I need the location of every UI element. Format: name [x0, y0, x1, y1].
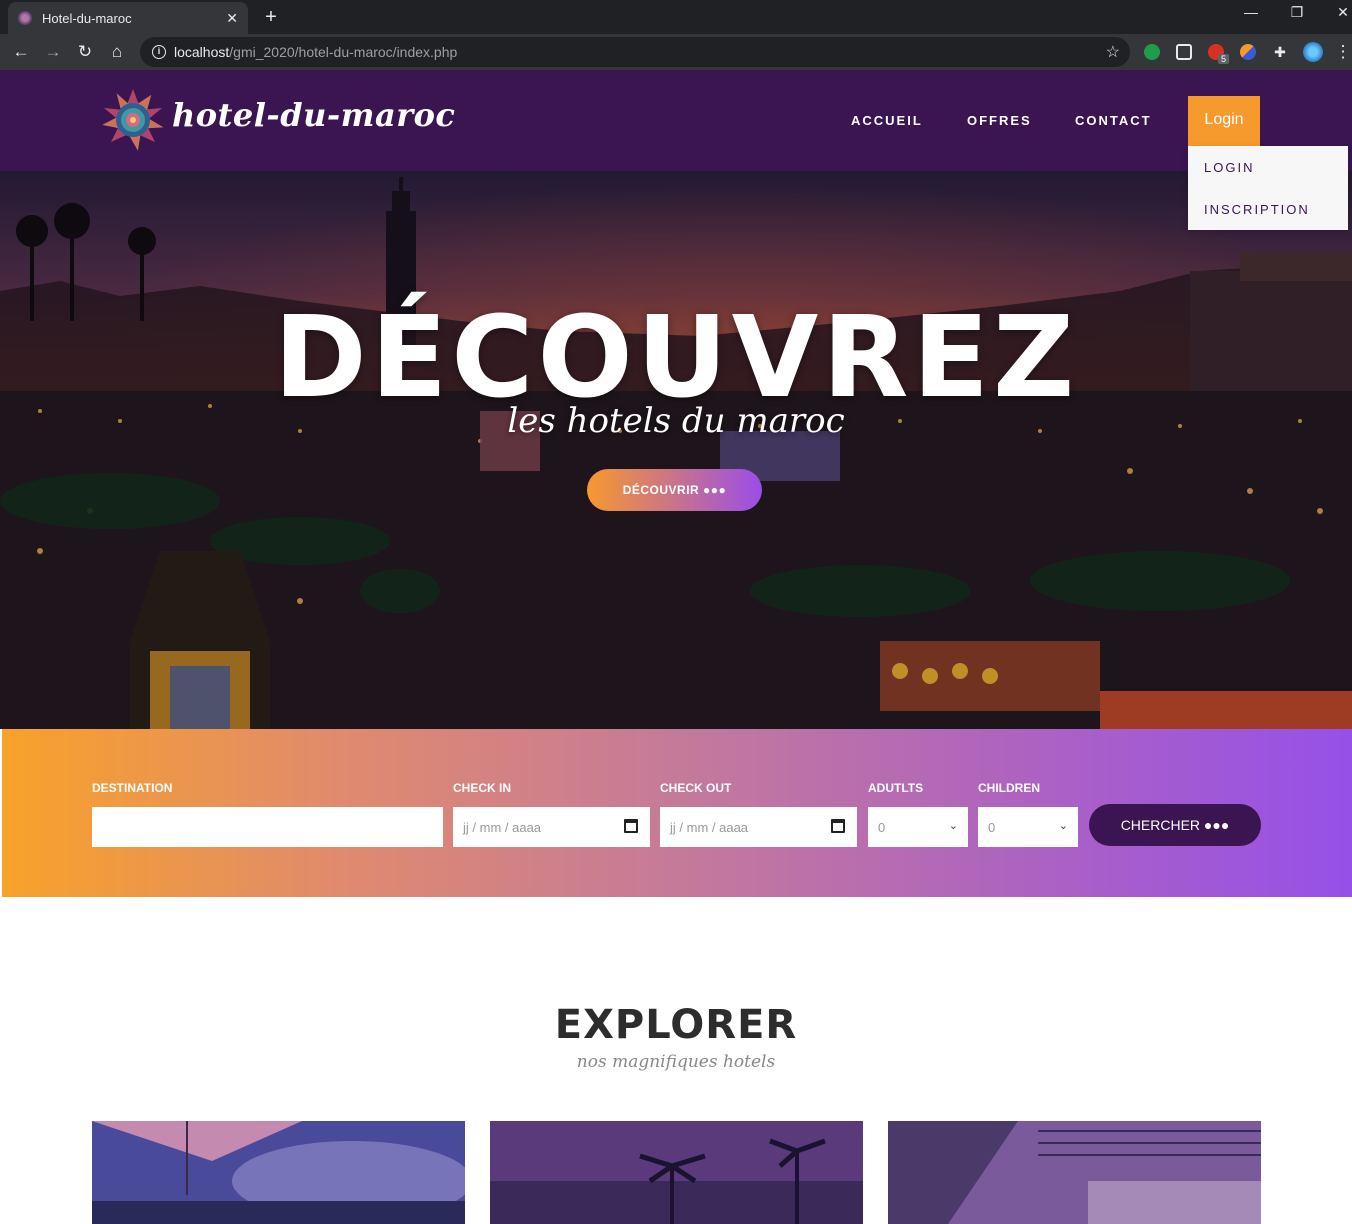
extension-half-icon[interactable] [1240, 44, 1256, 60]
hotel-card-2[interactable] [490, 1121, 863, 1224]
hero-banner: DÉCOUVREZ les hotels du maroc DÉCOUVRIR … [0, 171, 1352, 729]
hotel-image-3 [888, 1121, 1261, 1224]
calendar-icon[interactable] [624, 819, 638, 833]
bookmark-star-icon[interactable]: ☆ [1106, 42, 1120, 62]
login-dropdown: LOGIN INSCRIPTION [1188, 146, 1348, 230]
dropdown-login[interactable]: LOGIN [1204, 160, 1254, 175]
dropdown-inscription[interactable]: INSCRIPTION [1204, 202, 1310, 217]
hotel-card-3[interactable] [888, 1121, 1261, 1224]
hotel-image-1 [92, 1121, 465, 1224]
extension-badge: 5 [1218, 54, 1230, 64]
browser-tab[interactable]: Hotel-du-maroc ✕ [8, 2, 248, 34]
site-header: hotel-du-maroc ACCUEIL OFFRES CONTACT Lo… [0, 70, 1352, 171]
hotel-card-1[interactable] [92, 1121, 465, 1224]
adults-select[interactable]: 0 ⌄ [868, 807, 968, 847]
destination-label: DESTINATION [92, 781, 173, 795]
site-info-icon[interactable]: i [152, 45, 166, 59]
browser-toolbar: ← → ↻ ⌂ i localhost /gmi_2020/hotel-du-m… [0, 34, 1352, 70]
forward-icon[interactable]: → [42, 41, 64, 63]
nav-contact[interactable]: CONTACT [1075, 113, 1152, 128]
hotel-image-2 [490, 1121, 863, 1224]
address-bar[interactable]: i localhost /gmi_2020/hotel-du-maroc/ind… [140, 37, 1130, 67]
new-tab-icon[interactable]: + [258, 4, 284, 30]
checkout-label: CHECK OUT [660, 781, 732, 795]
nav-accueil[interactable]: ACCUEIL [851, 113, 923, 128]
nav-offres[interactable]: OFFRES [967, 113, 1032, 128]
explore-subtitle: nos magnifiques hotels [576, 1052, 776, 1072]
window-close-icon[interactable]: ✕ [1328, 4, 1352, 21]
search-band: DESTINATION CHECK IN jj / mm / aaaa CHEC… [2, 729, 1352, 897]
adults-label: ADUTLTS [868, 781, 924, 795]
brand-logo-text[interactable]: hotel-du-maroc [172, 96, 455, 134]
chercher-button[interactable]: CHERCHER ●●● [1089, 804, 1261, 846]
checkin-placeholder: jj / mm / aaaa [463, 819, 542, 835]
checkout-date-input[interactable]: jj / mm / aaaa [660, 807, 857, 847]
explore-title: EXPLORER [554, 1002, 798, 1048]
close-tab-icon[interactable]: ✕ [226, 10, 238, 27]
children-select[interactable]: 0 ⌄ [978, 807, 1078, 847]
checkin-date-input[interactable]: jj / mm / aaaa [453, 807, 650, 847]
url-path: /gmi_2020/hotel-du-maroc/index.php [229, 44, 458, 60]
extensions-puzzle-icon[interactable]: ✚ [1272, 44, 1288, 60]
hero-subtitle: les hotels du maroc [507, 401, 845, 441]
marketplace-night-image [0, 171, 1352, 729]
login-button[interactable]: Login [1188, 96, 1260, 146]
restore-icon[interactable]: ❐ [1282, 4, 1312, 21]
checkin-label: CHECK IN [453, 781, 512, 795]
favicon-icon [18, 11, 32, 25]
tab-title: Hotel-du-maroc [42, 10, 132, 26]
children-value: 0 [988, 819, 996, 835]
back-icon[interactable]: ← [10, 41, 32, 63]
home-icon[interactable]: ⌂ [106, 41, 128, 63]
url-host: localhost [174, 44, 230, 60]
chevron-down-icon: ⌄ [1058, 820, 1068, 832]
menu-kebab-icon[interactable]: ⋮ [1332, 41, 1352, 63]
decouvrir-button[interactable]: DÉCOUVRIR ●●● [587, 469, 762, 511]
browser-tabbar: Hotel-du-maroc ✕ + — ❐ ✕ [0, 0, 1352, 34]
minimize-icon[interactable]: — [1236, 4, 1266, 20]
mandala-logo-icon[interactable] [102, 87, 164, 153]
destination-input[interactable] [92, 807, 443, 847]
chevron-down-icon: ⌄ [948, 820, 958, 832]
calendar-icon[interactable] [831, 819, 845, 833]
checkout-placeholder: jj / mm / aaaa [670, 819, 749, 835]
adults-value: 0 [878, 819, 886, 835]
reload-icon[interactable]: ↻ [74, 41, 96, 63]
children-label: CHILDREN [978, 781, 1040, 795]
extension-green-icon[interactable] [1144, 44, 1160, 60]
extension-square-icon[interactable] [1176, 44, 1192, 60]
profile-avatar-icon[interactable] [1303, 42, 1323, 62]
